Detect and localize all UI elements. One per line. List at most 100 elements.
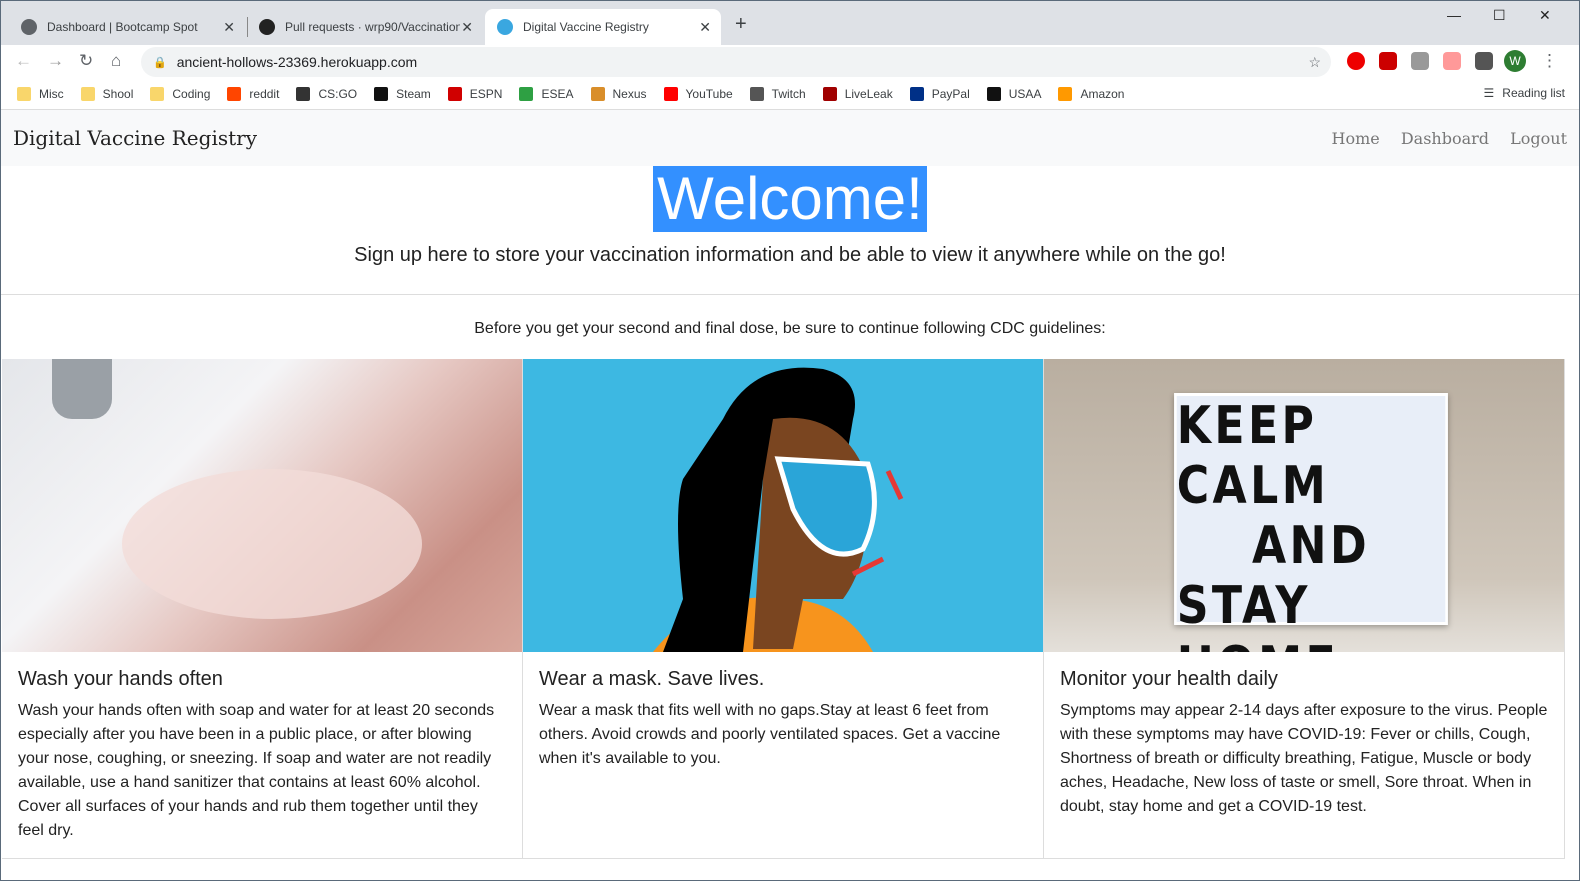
close-window-button[interactable]: ✕ xyxy=(1539,7,1551,24)
profile-avatar[interactable]: W xyxy=(1504,50,1526,72)
sign-line: STAY HOME xyxy=(1176,576,1336,652)
card-body: Wear a mask that fits well with no gaps.… xyxy=(539,702,1001,767)
mask-illustration xyxy=(523,359,1043,652)
browser-toolbar: ← → ↻ ⌂ 🔒 ancient-hollows-23369.herokuapp… xyxy=(1,45,1579,78)
bookmark-label: Coding xyxy=(172,86,211,101)
close-tab-icon[interactable]: ✕ xyxy=(461,19,473,36)
bookmark-label: LiveLeak xyxy=(844,86,893,101)
bookmarks-bar: Misc Shool Coding reddit CS:GO Steam ESPN ESEA N… xyxy=(1,78,1579,110)
bookmark-steam[interactable]: Steam xyxy=(374,86,431,101)
pdf-icon[interactable] xyxy=(1379,52,1397,70)
card-monitor-health: KEEP CALM AND STAY HOME Monitor your hea… xyxy=(1044,359,1565,859)
steam-icon xyxy=(374,86,389,101)
bookmark-label: Shool xyxy=(102,86,134,101)
adblock-icon[interactable] xyxy=(1347,52,1365,70)
bookmark-label: ESPN xyxy=(469,86,503,101)
minimize-button[interactable]: — xyxy=(1447,7,1461,23)
bookmark-label: Twitch xyxy=(771,86,806,101)
css-icon[interactable] xyxy=(1411,52,1429,70)
new-tab-button[interactable]: + xyxy=(735,13,747,36)
nav-home[interactable]: Home xyxy=(1332,129,1380,148)
handwashing-image xyxy=(2,359,522,652)
folder-icon xyxy=(17,86,31,101)
guidelines-intro: Before you get your second and final dos… xyxy=(474,320,1106,337)
bookmark-label: Amazon xyxy=(1080,86,1125,101)
site-brand[interactable]: Digital Vaccine Registry xyxy=(13,126,257,150)
bookmark-paypal[interactable]: PayPal xyxy=(909,86,970,101)
bookmark-label: reddit xyxy=(249,86,280,101)
reading-list-button[interactable]: ☰ Reading list xyxy=(1484,86,1565,100)
bookmark-espn[interactable]: ESPN xyxy=(447,86,503,101)
folder-icon xyxy=(150,86,165,101)
tab-title: Digital Vaccine Registry xyxy=(523,20,649,34)
bookmark-star-icon[interactable]: ☆ xyxy=(1308,54,1321,71)
hero: Welcome! Sign up here to store your vacc… xyxy=(1,166,1579,295)
close-tab-icon[interactable]: ✕ xyxy=(699,19,711,36)
bookmark-label: PayPal xyxy=(931,86,970,101)
twitch-icon xyxy=(749,86,764,101)
cast-icon[interactable] xyxy=(1443,52,1461,70)
paypal-icon xyxy=(909,86,924,101)
bookmark-liveleak[interactable]: LiveLeak xyxy=(822,86,893,101)
bookmark-nexus[interactable]: Nexus xyxy=(590,86,647,101)
page-title: Welcome! xyxy=(653,166,927,232)
tab-registry[interactable]: Digital Vaccine Registry ✕ xyxy=(485,9,721,45)
bookmark-reddit[interactable]: reddit xyxy=(227,86,280,101)
bookmark-label: ESEA xyxy=(541,86,574,101)
github-icon xyxy=(259,19,275,35)
hero-subtitle: Sign up here to store your vaccination i… xyxy=(354,244,1226,266)
mask-figure xyxy=(653,367,904,652)
bookmark-amazon[interactable]: Amazon xyxy=(1058,86,1125,101)
bookmark-csgo[interactable]: CS:GO xyxy=(296,86,358,101)
card-wear-mask: Wear a mask. Save lives. Wear a mask tha… xyxy=(523,359,1044,859)
tab-strip: Dashboard | Bootcamp Spot ✕ Pull requests… xyxy=(1,1,1579,45)
sign-line: AND xyxy=(1251,516,1371,576)
usaa-icon xyxy=(986,86,1001,101)
sign-line: KEEP CALM xyxy=(1176,396,1330,516)
bookmark-misc[interactable]: Misc xyxy=(17,86,64,101)
extensions-icon[interactable] xyxy=(1475,52,1493,70)
tab-github[interactable]: Pull requests · wrp90/Vaccination ✕ xyxy=(247,9,483,45)
card-title: Wash your hands often xyxy=(18,668,223,690)
bookmark-coding[interactable]: Coding xyxy=(150,86,211,101)
bookmark-label: YouTube xyxy=(685,86,733,101)
lightbox-sign: KEEP CALM AND STAY HOME xyxy=(1174,393,1448,652)
folder-icon xyxy=(80,86,95,101)
site-navbar: Digital Vaccine Registry Home Dashboard … xyxy=(1,110,1579,166)
tab-title: Pull requests · wrp90/Vaccination xyxy=(285,20,460,34)
bookmark-twitch[interactable]: Twitch xyxy=(749,86,806,101)
caduceus-icon xyxy=(497,19,513,35)
back-button[interactable]: ← xyxy=(15,51,32,71)
bookmark-youtube[interactable]: YouTube xyxy=(663,86,733,101)
bookmark-shool[interactable]: Shool xyxy=(80,86,134,101)
csgo-icon xyxy=(296,86,311,101)
bookmark-esea[interactable]: ESEA xyxy=(519,86,574,101)
nav-dashboard[interactable]: Dashboard xyxy=(1401,129,1489,148)
bookmark-usaa[interactable]: USAA xyxy=(986,86,1041,101)
home-button[interactable]: ⌂ xyxy=(111,51,121,71)
nexus-icon xyxy=(590,86,605,101)
menu-icon[interactable]: ⋮ xyxy=(1541,51,1558,71)
nav-logout[interactable]: Logout xyxy=(1510,129,1567,148)
bookmark-label: Misc xyxy=(39,86,64,101)
address-bar[interactable]: 🔒 ancient-hollows-23369.herokuapp.com ☆ xyxy=(141,47,1331,77)
maximize-button[interactable]: ☐ xyxy=(1493,7,1506,24)
globe-icon xyxy=(21,19,37,35)
bookmark-label: Nexus xyxy=(612,86,647,101)
reading-list-label: Reading list xyxy=(1502,86,1565,100)
url-text: ancient-hollows-23369.herokuapp.com xyxy=(176,54,418,70)
forward-button[interactable]: → xyxy=(47,51,64,71)
card-title: Wear a mask. Save lives. xyxy=(539,668,765,690)
card-wash-hands: Wash your hands often Wash your hands of… xyxy=(2,359,523,859)
lock-icon: 🔒 xyxy=(153,56,167,69)
bookmark-label: Steam xyxy=(396,86,431,101)
tab-bootcamp[interactable]: Dashboard | Bootcamp Spot ✕ xyxy=(9,9,245,45)
reload-button[interactable]: ↻ xyxy=(79,51,93,71)
keep-calm-image: KEEP CALM AND STAY HOME xyxy=(1044,359,1564,652)
esea-icon xyxy=(519,86,534,101)
card-body: Wash your hands often with soap and wate… xyxy=(18,702,495,839)
reading-list-icon: ☰ xyxy=(1483,86,1495,100)
bookmark-label: CS:GO xyxy=(318,86,358,101)
card-title: Monitor your health daily xyxy=(1060,668,1278,690)
close-tab-icon[interactable]: ✕ xyxy=(223,19,235,36)
